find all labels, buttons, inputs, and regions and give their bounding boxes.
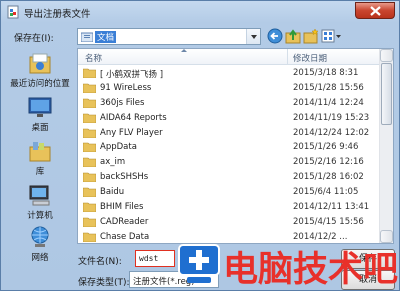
- view-menu-icon[interactable]: [321, 28, 343, 44]
- column-date[interactable]: 修改日期: [293, 52, 327, 64]
- desktop-icon: [28, 97, 52, 117]
- item-name: 360js Files: [100, 97, 145, 108]
- computer-icon: [29, 185, 50, 206]
- list-item[interactable]: AppData 2015/1/26 9:46: [78, 140, 381, 155]
- item-date: 2014/11/19 15:23: [293, 112, 370, 123]
- network-icon: [31, 226, 49, 247]
- item-name: AIDA64 Reports: [100, 112, 167, 123]
- place-recent[interactable]: 最近访问的位置: [7, 51, 73, 89]
- item-date: 2015/3/18 8:31: [293, 68, 359, 78]
- column-divider[interactable]: [287, 49, 288, 65]
- close-icon: [370, 6, 381, 16]
- item-name: backSHSHs: [100, 172, 149, 183]
- place-network[interactable]: 网络: [7, 225, 73, 263]
- up-folder-icon[interactable]: [285, 28, 301, 44]
- folder-icon: [83, 113, 96, 123]
- place-label: 桌面: [31, 123, 49, 133]
- save-in-label: 保存在(I):: [14, 34, 54, 44]
- list-item[interactable]: [ 小鹤双拼飞扬 ] 2015/3/18 8:31: [78, 66, 381, 81]
- place-label: 计算机: [27, 211, 53, 221]
- item-date: 2015/4/15 15:56: [293, 216, 364, 227]
- list-header: 名称 修改日期: [78, 49, 381, 65]
- folder-icon: [83, 158, 96, 168]
- filename-value: wdst: [139, 254, 159, 263]
- place-computer[interactable]: 计算机: [7, 183, 73, 221]
- save-in-value: 文档: [95, 31, 117, 43]
- column-name[interactable]: 名称: [85, 52, 102, 64]
- folder-icon: [83, 202, 96, 213]
- export-registry-dialog: 导出注册表文件 保存在(I): 文档 最近访问的位置 桌面 库 计算机 网络 名…: [0, 0, 400, 291]
- watermark-logo-icon: [178, 244, 220, 283]
- chevron-down-icon[interactable]: [246, 29, 260, 44]
- filename-label: 文件名(N):: [78, 257, 122, 267]
- documents-icon: [81, 32, 93, 42]
- watermark: 电脑技术吧: [177, 239, 399, 291]
- place-desktop[interactable]: 桌面: [7, 95, 73, 133]
- item-date: 2014/11/4 12:24: [293, 97, 364, 108]
- file-rows: [ 小鹤双拼飞扬 ] 2015/3/18 8:31 91 WireLess 20…: [78, 66, 381, 243]
- list-item[interactable]: backSHSHs 2015/1/28 16:02: [78, 170, 381, 185]
- folder-icon: [83, 143, 96, 153]
- item-date: 2015/6/4 11:05: [293, 187, 359, 198]
- place-label: 库: [35, 167, 45, 177]
- file-list[interactable]: 名称 修改日期 [ 小鹤双拼飞扬 ] 2015/3/18 8:31 91 Wir…: [77, 48, 394, 244]
- folder-icon: [83, 98, 96, 108]
- list-item[interactable]: ax_im 2015/2/16 12:16: [78, 155, 381, 170]
- list-item[interactable]: BHIM Files 2014/12/11 13:41: [78, 200, 381, 215]
- item-name: [ 小鹤双拼飞扬 ]: [100, 70, 164, 80]
- list-item[interactable]: CADReader 2015/4/15 15:56: [78, 215, 381, 230]
- list-item[interactable]: Baidu 2015/6/4 11:05: [78, 185, 381, 200]
- watermark-text: 电脑技术吧: [223, 250, 399, 290]
- item-name: Any FLV Player: [100, 127, 163, 138]
- registry-file-icon: [7, 5, 19, 19]
- place-label: 网络: [31, 253, 49, 263]
- item-date: 2015/1/28 16:02: [293, 172, 364, 183]
- back-icon[interactable]: [267, 28, 283, 44]
- item-date: 2014/12/11 13:41: [293, 202, 370, 213]
- window-title: 导出注册表文件: [24, 9, 91, 20]
- folder-icon: [83, 232, 96, 242]
- save-in-dropdown[interactable]: 文档: [77, 28, 261, 45]
- list-item[interactable]: Any FLV Player 2014/12/24 12:02: [78, 126, 381, 141]
- folder-icon: [83, 217, 96, 227]
- scroll-up-button[interactable]: [380, 49, 393, 62]
- item-name: CADReader: [100, 216, 149, 227]
- item-name: Baidu: [100, 187, 125, 198]
- place-libraries[interactable]: 库: [7, 139, 73, 177]
- item-date: 2015/2/16 12:16: [293, 157, 364, 168]
- folder-icon: [83, 172, 96, 183]
- folder-icon: [83, 187, 96, 198]
- folder-icon: [83, 68, 96, 78]
- title-bar[interactable]: 导出注册表文件: [1, 1, 399, 23]
- filename-input[interactable]: wdst: [135, 250, 175, 267]
- place-label: 最近访问的位置: [10, 79, 70, 89]
- places-bar: 最近访问的位置 桌面 库 计算机 网络: [7, 47, 73, 263]
- close-button[interactable]: [355, 2, 395, 19]
- item-date: 2015/1/26 9:46: [293, 142, 359, 153]
- item-name: 91 WireLess: [100, 82, 152, 93]
- folder-icon: [83, 128, 96, 138]
- folder-icon: [83, 83, 96, 93]
- list-item[interactable]: 91 WireLess 2015/1/28 15:56: [78, 81, 381, 96]
- libraries-icon: [29, 142, 51, 162]
- item-date: 2014/12/24 12:02: [293, 127, 370, 138]
- item-name: AppData: [100, 142, 137, 153]
- list-item[interactable]: 360js Files 2014/11/4 12:24: [78, 96, 381, 111]
- recent-places-icon: [29, 53, 51, 74]
- vertical-scrollbar[interactable]: [379, 49, 393, 243]
- item-name: ax_im: [100, 157, 126, 168]
- new-folder-icon[interactable]: [303, 28, 319, 44]
- filetype-label: 保存类型(T):: [78, 278, 130, 288]
- scroll-thumb[interactable]: [381, 63, 392, 125]
- item-name: Chase Data: [100, 231, 150, 242]
- sort-ascending-icon: [181, 49, 187, 52]
- list-item[interactable]: AIDA64 Reports 2014/11/19 15:23: [78, 111, 381, 126]
- item-name: BHIM Files: [100, 202, 144, 213]
- item-date: 2015/1/28 15:56: [293, 82, 364, 93]
